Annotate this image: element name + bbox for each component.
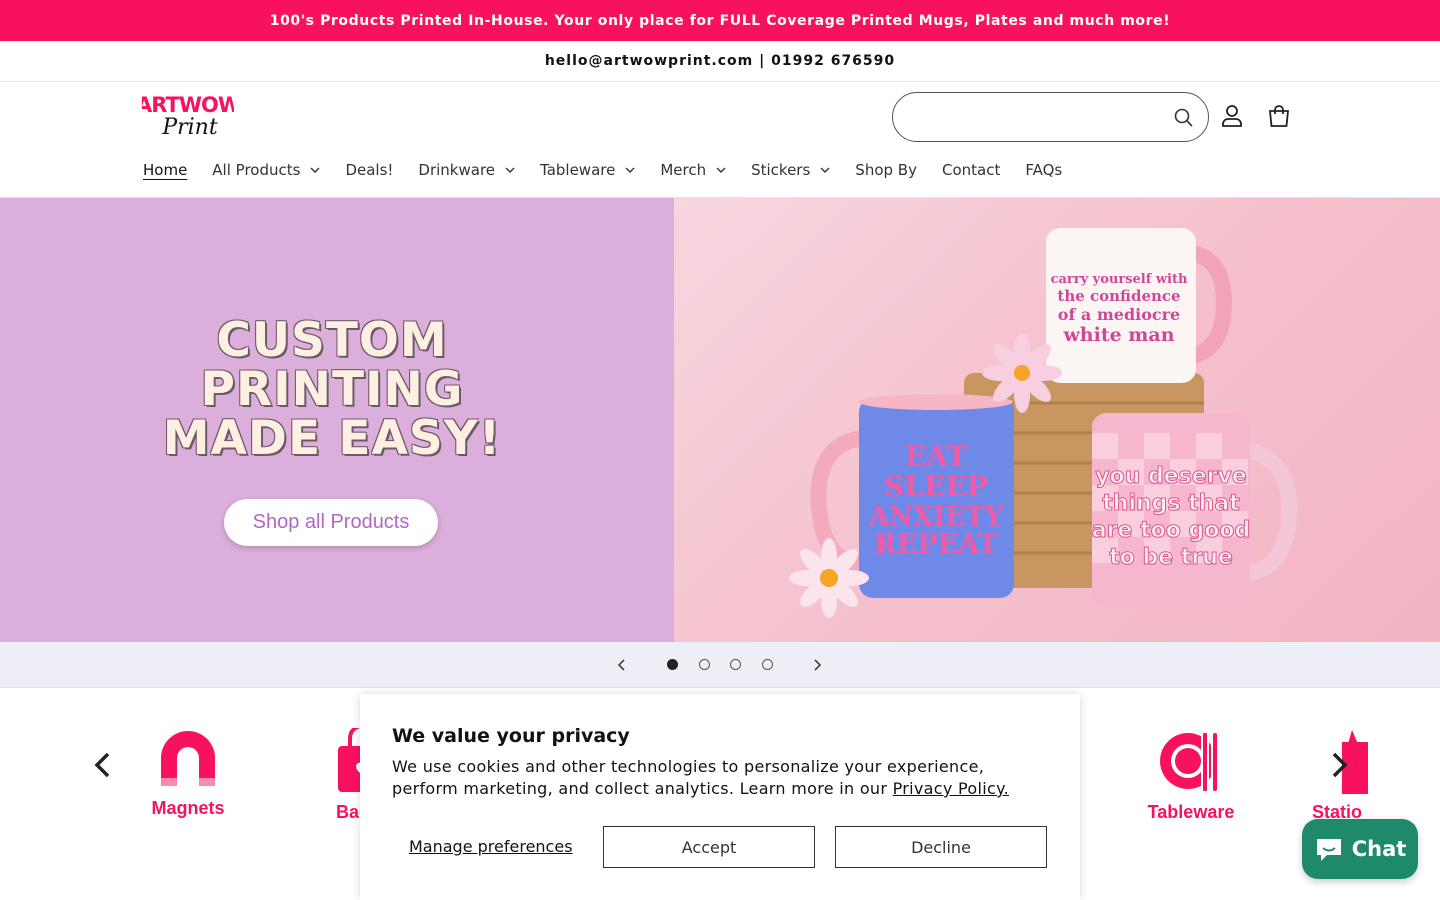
magnet-icon — [161, 731, 215, 786]
site-logo[interactable]: ARTWOW Print — [136, 92, 242, 142]
chevron-right-icon[interactable] — [809, 657, 825, 673]
cookie-title: We value your privacy — [392, 725, 630, 747]
carousel-prev-icon[interactable] — [90, 750, 116, 780]
hero-line-1: CUSTOM — [216, 313, 448, 368]
privacy-policy-link[interactable]: Privacy Policy. — [893, 779, 1009, 798]
category-label: Magnets — [151, 798, 225, 818]
svg-text:SLEEP: SLEEP — [884, 470, 988, 503]
nav-deals-label: Deals! — [345, 161, 394, 179]
svg-text:white man: white man — [1062, 324, 1174, 346]
account-icon[interactable] — [1218, 102, 1246, 130]
svg-text:the confidence: the confidence — [1057, 287, 1180, 305]
cookie-consent-banner: We value your privacy We use cookies and… — [360, 694, 1080, 900]
nav-faqs[interactable]: FAQs — [1025, 161, 1062, 179]
nav-merch[interactable]: Merch — [660, 161, 726, 179]
nav-home-label: Home — [143, 161, 188, 179]
slide-dot-3[interactable] — [730, 659, 741, 670]
nav-drinkware-label: Drinkware — [418, 161, 496, 179]
hero-headline: CUSTOM PRINTING MADE EASY! — [0, 316, 664, 463]
chat-bubble-icon — [1316, 839, 1341, 861]
hero-line-2: PRINTING — [200, 362, 464, 417]
svg-text:are too good: are too good — [1092, 518, 1250, 543]
hero-text-panel: CUSTOM PRINTING MADE EASY! Shop all Prod… — [0, 198, 674, 642]
mugs-illustration: carry yourself with the confidence of a … — [789, 228, 1298, 618]
svg-text:ANXIETY: ANXIETY — [868, 502, 1003, 532]
logo-text-top: ARTWOW — [142, 93, 234, 117]
cookie-body: We use cookies and other technologies to… — [392, 756, 1052, 800]
announcement-bar: 100's Products Printed In-House. Your on… — [0, 0, 1440, 41]
svg-text:to be true: to be true — [1109, 545, 1233, 570]
category-magnets[interactable]: Magnets — [133, 728, 243, 819]
slide-dot-2[interactable] — [699, 659, 710, 670]
bag-icon — [338, 728, 362, 792]
nav-contact-label: Contact — [941, 161, 1001, 179]
nav-tableware-label: Tableware — [540, 161, 616, 179]
chevron-left-icon[interactable] — [614, 657, 630, 673]
category-tableware[interactable]: Tableware — [1136, 728, 1246, 823]
nav-faqs-label: FAQs — [1025, 161, 1063, 179]
chevron-down-icon — [505, 167, 515, 173]
nav-deals[interactable]: Deals! — [345, 161, 393, 179]
chat-button[interactable]: Chat — [1302, 819, 1418, 879]
search-icon[interactable] — [1172, 106, 1196, 130]
nav-stickers[interactable]: Stickers — [751, 161, 830, 179]
category-label: Tableware — [1147, 802, 1235, 822]
decline-button[interactable]: Decline — [835, 826, 1047, 868]
hero-image: carry yourself with the confidence of a … — [674, 198, 1440, 642]
slide-dot-1[interactable] — [667, 659, 678, 670]
main-nav: Home All Products Deals! Drinkware Table… — [143, 156, 1087, 184]
svg-text:you deserve: you deserve — [1095, 464, 1247, 489]
logo-text-script: Print — [161, 115, 218, 140]
hero-slideshow: CUSTOM PRINTING MADE EASY! Shop all Prod… — [0, 198, 1440, 642]
chevron-down-icon — [310, 167, 320, 173]
announcement-text: 100's Products Printed In-House. Your on… — [269, 12, 1171, 29]
nav-shop-by-label: Shop By — [855, 161, 917, 179]
nav-drinkware[interactable]: Drinkware — [418, 161, 515, 179]
search-input[interactable] — [913, 105, 1163, 129]
tableware-icon — [1160, 731, 1219, 793]
chat-label: Chat — [1351, 837, 1407, 861]
svg-text:REPEAT: REPEAT — [874, 529, 997, 560]
manage-preferences-link[interactable]: Manage preferences — [409, 837, 573, 856]
shop-all-products-button[interactable]: Shop all Products — [224, 499, 438, 546]
contact-bar: hello@artwowprint.com | 01992 676590 — [0, 41, 1440, 82]
daisy-flower-2 — [789, 538, 869, 618]
svg-text:EAT: EAT — [905, 440, 968, 473]
accept-button[interactable]: Accept — [603, 826, 815, 868]
nav-merch-label: Merch — [660, 161, 707, 179]
nav-stickers-label: Stickers — [751, 161, 811, 179]
slide-dot-4[interactable] — [762, 659, 773, 670]
category-bags[interactable]: Bag — [300, 728, 362, 823]
chevron-down-icon — [820, 167, 830, 173]
chevron-down-icon — [716, 167, 726, 173]
nav-tableware[interactable]: Tableware — [540, 161, 635, 179]
nav-contact[interactable]: Contact — [942, 161, 1000, 179]
search-box[interactable] — [892, 92, 1209, 142]
nav-all-products-label: All Products — [212, 161, 301, 179]
svg-text:things that: things that — [1102, 491, 1240, 516]
svg-text:of a mediocre: of a mediocre — [1058, 305, 1180, 324]
mug-top-text: carry yourself with — [1051, 272, 1188, 287]
nav-all-products[interactable]: All Products — [212, 161, 320, 179]
contact-line[interactable]: hello@artwowprint.com | 01992 676590 — [545, 53, 895, 69]
carousel-next-icon[interactable] — [1326, 750, 1352, 780]
category-label: Bag — [336, 802, 362, 822]
nav-home[interactable]: Home — [143, 161, 187, 179]
nav-shop-by[interactable]: Shop By — [855, 161, 917, 179]
hero-line-3: MADE EASY! — [162, 411, 502, 466]
cart-icon[interactable] — [1265, 102, 1293, 130]
chevron-down-icon — [625, 167, 635, 173]
slider-controls — [0, 642, 1440, 688]
